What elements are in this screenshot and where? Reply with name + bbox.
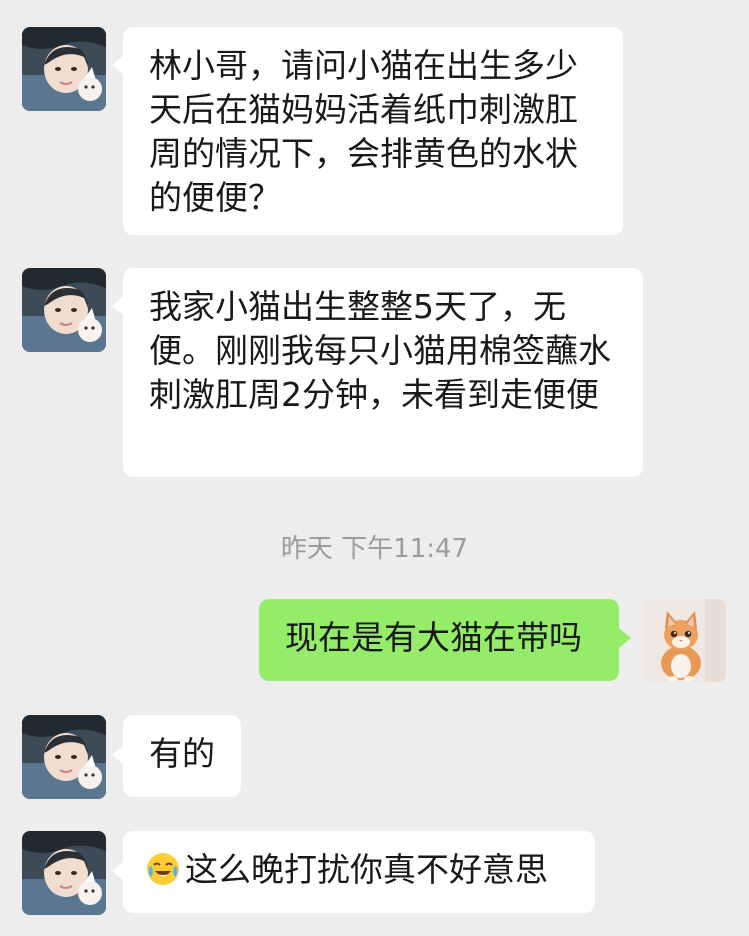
message-bubble-incoming[interactable]: 有的 bbox=[123, 715, 241, 797]
contact-avatar[interactable] bbox=[22, 715, 106, 799]
orange-kitten-avatar-icon bbox=[643, 599, 726, 682]
person-with-cat-avatar-icon bbox=[22, 268, 106, 352]
message-bubble-incoming[interactable]: 我家小猫出生整整5天了，无便。刚刚我每只小猫用棉签蘸水刺激肛周2分钟，未看到走便… bbox=[123, 268, 643, 477]
contact-avatar[interactable] bbox=[22, 831, 106, 915]
contact-avatar[interactable] bbox=[22, 268, 106, 352]
message-bubble-outgoing[interactable]: 现在是有大猫在带吗 bbox=[259, 599, 619, 681]
person-with-cat-avatar-icon bbox=[22, 831, 106, 915]
message-bubble-incoming[interactable]: 林小哥，请问小猫在出生多少天后在猫妈妈活着纸巾刺激肛周的情况下，会排黄色的水状的… bbox=[123, 27, 623, 235]
person-with-cat-avatar-icon bbox=[22, 27, 106, 111]
message-bubble-incoming[interactable]: 这么晚打扰你真不好意思 bbox=[123, 831, 595, 913]
contact-avatar[interactable] bbox=[22, 27, 106, 111]
chat-history: 林小哥，请问小猫在出生多少天后在猫妈妈活着纸巾刺激肛周的情况下，会排黄色的水状的… bbox=[0, 0, 749, 936]
person-with-cat-avatar-icon bbox=[22, 715, 106, 799]
self-avatar[interactable] bbox=[643, 599, 726, 682]
message-timestamp: 昨天 下午11:47 bbox=[280, 534, 469, 564]
crying-laughing-face-icon bbox=[147, 853, 179, 885]
bubble-tail bbox=[619, 628, 631, 648]
message-text: 这么晚打扰你真不好意思 bbox=[185, 850, 548, 889]
